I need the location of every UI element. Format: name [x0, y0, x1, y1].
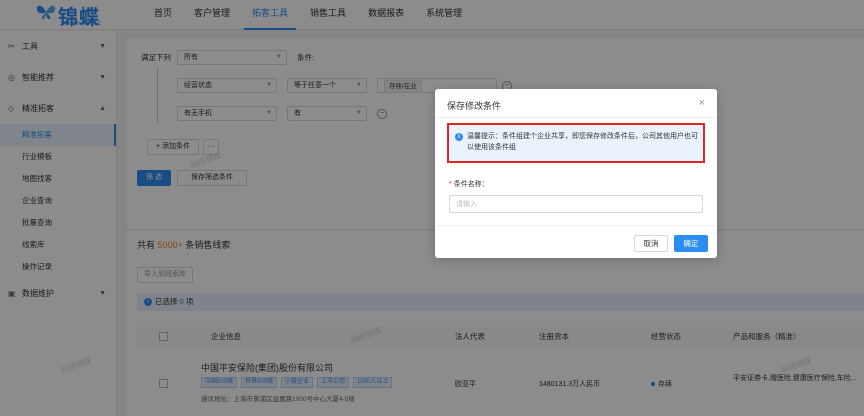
info-icon: i	[455, 133, 463, 141]
divider	[435, 225, 717, 226]
modal-backdrop[interactable]	[0, 0, 864, 416]
required-asterisk: *	[449, 181, 452, 188]
close-icon[interactable]: ×	[699, 97, 705, 109]
cancel-button[interactable]: 取消	[634, 235, 668, 252]
condition-name-input[interactable]	[449, 195, 703, 213]
condition-name-label: * 条件名称：	[449, 179, 489, 189]
notice-text: 温馨提示：条件组建个企业共享，即您保存修改条件后，公司其他用户也可以使用该条件组	[467, 133, 698, 151]
divider	[435, 117, 717, 118]
dialog-title: 保存修改条件	[447, 101, 502, 111]
condition-name-label-text: 条件名称：	[453, 181, 489, 188]
save-condition-dialog: 保存修改条件 × i 温馨提示：条件组建个企业共享，即您保存修改条件后，公司其他…	[435, 89, 717, 258]
notice-box: i 温馨提示：条件组建个企业共享，即您保存修改条件后，公司其他用户也可以使用该条…	[447, 123, 705, 163]
confirm-button[interactable]: 确定	[674, 235, 708, 252]
